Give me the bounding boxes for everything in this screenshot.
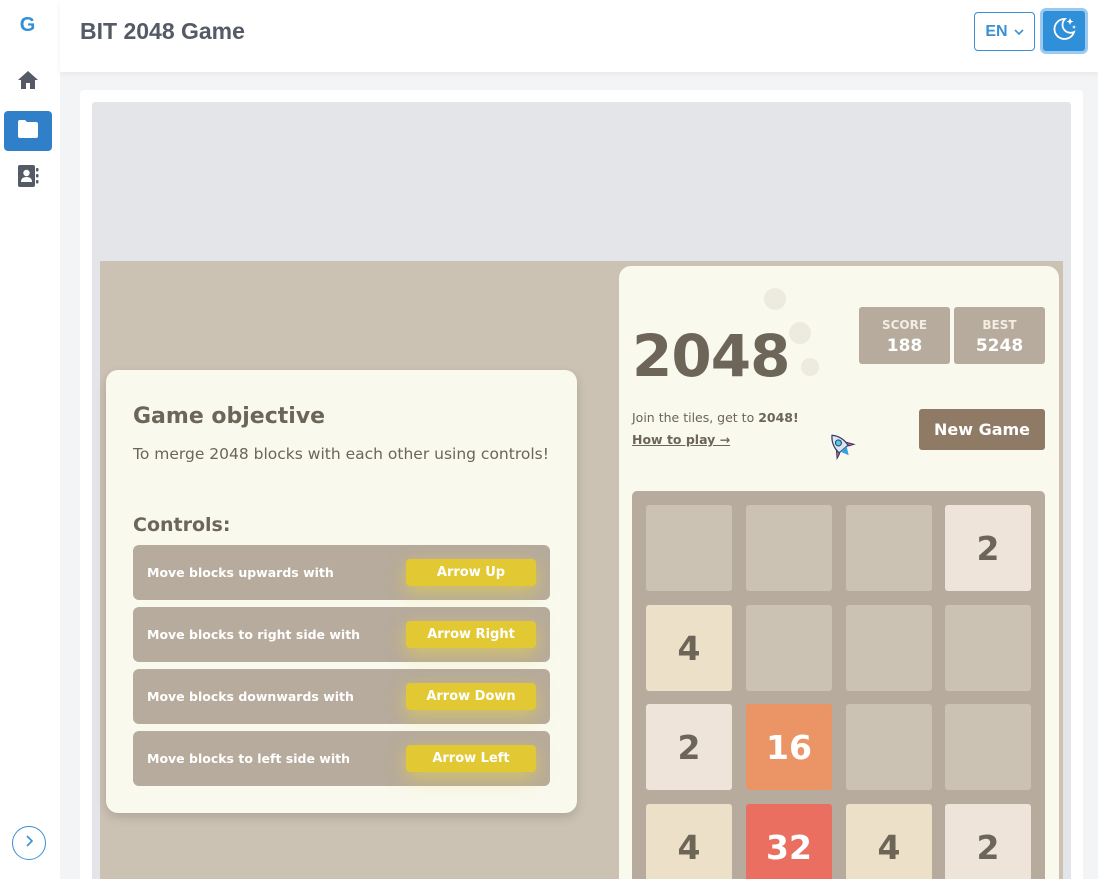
- language-select[interactable]: EN: [974, 12, 1035, 51]
- control-label: Move blocks downwards with: [147, 689, 354, 704]
- decoration-dot: [801, 358, 819, 376]
- header: BIT 2048 Game EN: [60, 0, 1098, 72]
- app-logo[interactable]: G: [0, 14, 55, 37]
- tile-4: 4: [646, 605, 732, 691]
- tile-4: 4: [646, 804, 732, 879]
- sidebar-item-contacts[interactable]: [4, 158, 52, 198]
- sidebar-item-folder[interactable]: [4, 111, 52, 151]
- decoration-dot: [789, 322, 811, 344]
- best-value: 5248: [975, 336, 1024, 356]
- board-cell: [945, 704, 1031, 790]
- chevron-right-icon: [22, 834, 36, 853]
- sidebar: G: [0, 0, 60, 879]
- arrow-down-key: Arrow Down: [406, 683, 536, 710]
- control-row-up: Move blocks upwards with Arrow Up: [133, 545, 550, 600]
- game-panel: 2048 SCORE 188 BEST 5248 Join the tiles,…: [619, 266, 1059, 879]
- new-game-button[interactable]: New Game: [919, 409, 1045, 450]
- board-cell: [846, 704, 932, 790]
- best-score-box: BEST 5248: [954, 307, 1045, 364]
- score-box: SCORE 188: [859, 307, 950, 364]
- objective-description: To merge 2048 blocks with each other usi…: [133, 445, 549, 463]
- language-value: EN: [985, 22, 1008, 40]
- tile-16: 16: [746, 704, 832, 790]
- game-board: 2 4 2 16 4 32 4 2: [632, 491, 1045, 879]
- control-label: Move blocks upwards with: [147, 565, 334, 580]
- best-label: BEST: [982, 318, 1017, 332]
- control-label: Move blocks to right side with: [147, 627, 361, 642]
- tile-32: 32: [746, 804, 832, 879]
- how-to-play-link[interactable]: How to play →: [632, 432, 730, 447]
- tile-2: 2: [945, 804, 1031, 879]
- control-row-down: Move blocks downwards with Arrow Down: [133, 669, 550, 724]
- board-cell: [846, 605, 932, 691]
- chevron-down-icon: [1014, 23, 1024, 41]
- board-cell: [746, 505, 832, 591]
- page-title: BIT 2048 Game: [80, 18, 245, 44]
- tile-4: 4: [846, 804, 932, 879]
- board-cell: [945, 605, 1031, 691]
- home-icon: [17, 69, 39, 96]
- score-label: SCORE: [881, 318, 928, 332]
- theme-toggle-button[interactable]: [1040, 8, 1088, 54]
- tile-2: 2: [945, 505, 1031, 591]
- arrow-up-key: Arrow Up: [406, 559, 536, 586]
- decoration-dot: [764, 288, 786, 310]
- score-value: 188: [886, 336, 923, 356]
- objective-title: Game objective: [133, 404, 326, 429]
- board-cell: [746, 605, 832, 691]
- control-label: Move blocks to left side with: [147, 751, 350, 766]
- board-cell: [646, 505, 732, 591]
- rocket-icon: [824, 429, 858, 463]
- control-row-right: Move blocks to right side with Arrow Rig…: [133, 607, 550, 662]
- arrow-left-key: Arrow Left: [406, 745, 536, 772]
- controls-title: Controls:: [133, 514, 231, 536]
- moon-stars-icon: [1050, 15, 1078, 48]
- game-objective-panel: Game objective To merge 2048 blocks with…: [106, 370, 577, 813]
- control-row-left: Move blocks to left side with Arrow Left: [133, 731, 550, 786]
- board-cell: [846, 505, 932, 591]
- arrow-right-key: Arrow Right: [406, 621, 536, 648]
- intro-text: Join the tiles, get to 2048!: [632, 410, 799, 425]
- game-title: 2048: [632, 322, 790, 390]
- tile-2: 2: [646, 704, 732, 790]
- contacts-icon: [16, 164, 40, 193]
- folder-icon: [16, 119, 40, 144]
- sidebar-item-home[interactable]: [4, 62, 52, 102]
- sidebar-expand-button[interactable]: [12, 826, 46, 860]
